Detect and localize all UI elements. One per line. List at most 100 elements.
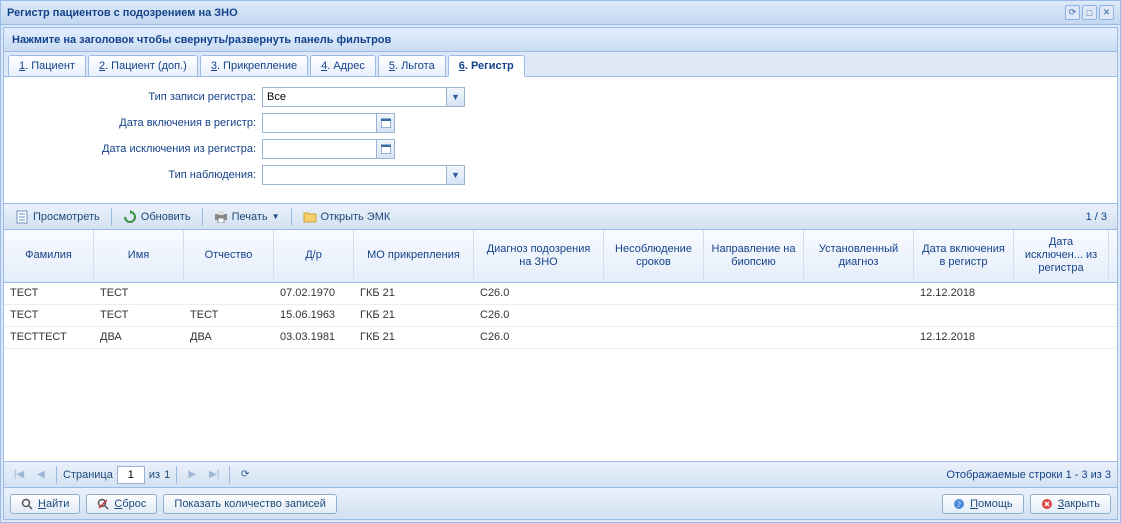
refresh-button[interactable]: Обновить — [116, 207, 198, 227]
cell-name: ТЕСТ — [94, 287, 184, 299]
find-button-label: Найти — [38, 498, 69, 510]
next-page-icon[interactable]: ▶ — [183, 466, 201, 484]
cell-din: 12.12.2018 — [914, 331, 1014, 343]
tab-attachment[interactable]: 3. Прикрепление — [200, 55, 308, 76]
cell-dob: 07.02.1970 — [274, 287, 354, 299]
exclude-date-input[interactable] — [262, 139, 377, 159]
page-input[interactable] — [117, 466, 145, 484]
display-text: Отображаемые строки 1 - 3 из 3 — [946, 469, 1111, 481]
first-page-icon[interactable]: |◀ — [10, 466, 28, 484]
close-button[interactable]: Закрыть — [1030, 494, 1111, 514]
cell-diag: C26.0 — [474, 309, 604, 321]
paging-toolbar: |◀ ◀ Страница из 1 ▶ ▶| ⟳ Отображаемые с… — [3, 462, 1118, 488]
tab-register[interactable]: 6. Регистр — [448, 55, 525, 77]
show-count-label: Показать количество записей — [174, 498, 326, 510]
page-mid: из — [149, 469, 160, 481]
close-icon — [1041, 498, 1053, 510]
window-controls: ⟳ □ ✕ — [1065, 5, 1114, 20]
col-napr[interactable]: Направление на биопсию — [704, 230, 804, 282]
col-nesob[interactable]: Несоблюдение сроков — [604, 230, 704, 282]
document-icon — [15, 210, 29, 224]
view-button[interactable]: Просмотреть — [8, 207, 107, 227]
svg-text:?: ? — [957, 500, 961, 509]
col-din[interactable]: Дата включения в регистр — [914, 230, 1014, 282]
col-dob[interactable]: Д/р — [274, 230, 354, 282]
table-row[interactable]: ТЕСТТЕСТ07.02.1970ГКБ 21C26.012.12.2018 — [4, 283, 1117, 305]
cell-din: 12.12.2018 — [914, 287, 1014, 299]
col-diag[interactable]: Диагноз подозрения на ЗНО — [474, 230, 604, 282]
chevron-down-icon[interactable]: ▼ — [447, 165, 465, 185]
maximize-icon[interactable]: □ — [1082, 5, 1097, 20]
filter-panel: Нажмите на заголовок чтобы свернуть/разв… — [3, 27, 1118, 204]
show-count-button[interactable]: Показать количество записей — [163, 494, 337, 514]
grid-header: Фамилия Имя Отчество Д/р МО прикрепления… — [4, 230, 1117, 283]
search-icon — [21, 498, 33, 510]
chevron-down-icon[interactable]: ▼ — [447, 87, 465, 107]
bottom-buttons: Найти Сброс Показать количество записей … — [3, 488, 1118, 520]
refresh-page-icon[interactable]: ⟳ — [236, 466, 254, 484]
open-emk-button[interactable]: Открыть ЭМК — [296, 207, 398, 227]
page-label: Страница — [63, 469, 113, 481]
filter-panel-header[interactable]: Нажмите на заголовок чтобы свернуть/разв… — [4, 28, 1117, 52]
close-icon[interactable]: ✕ — [1099, 5, 1114, 20]
col-name[interactable]: Имя — [94, 230, 184, 282]
page-total: 1 — [164, 469, 170, 481]
separator — [111, 208, 112, 226]
cell-patr: ТЕСТ — [184, 309, 274, 321]
filter-tabs: 1. Пациент 2. Пациент (доп.) 3. Прикрепл… — [4, 52, 1117, 77]
reset-button[interactable]: Сброс — [86, 494, 157, 514]
col-dout[interactable]: Дата исключен... из регистра — [1014, 230, 1109, 282]
folder-icon — [303, 210, 317, 224]
cell-diag: C26.0 — [474, 331, 604, 343]
col-fam[interactable]: Фамилия — [4, 230, 94, 282]
grid: Фамилия Имя Отчество Д/р МО прикрепления… — [3, 230, 1118, 462]
last-page-icon[interactable]: ▶| — [205, 466, 223, 484]
col-patr[interactable]: Отчество — [184, 230, 274, 282]
tab-privilege[interactable]: 5. Льгота — [378, 55, 446, 76]
exclude-date-label: Дата исключения из регистра: — [12, 143, 262, 155]
calendar-icon[interactable] — [377, 139, 395, 159]
separator — [229, 466, 230, 484]
record-type-label: Тип записи регистра: — [12, 91, 262, 103]
record-type-combo[interactable] — [262, 87, 447, 107]
open-emk-button-label: Открыть ЭМК — [321, 211, 391, 223]
include-date-input[interactable] — [262, 113, 377, 133]
cell-patr: ДВА — [184, 331, 274, 343]
window: Регистр пациентов с подозрением на ЗНО ⟳… — [0, 0, 1121, 523]
close-button-label: Закрыть — [1058, 498, 1100, 510]
find-button[interactable]: Найти — [10, 494, 80, 514]
prev-page-icon[interactable]: ◀ — [32, 466, 50, 484]
refresh-icon — [123, 210, 137, 224]
col-mo[interactable]: МО прикрепления — [354, 230, 474, 282]
tab-patient-ext[interactable]: 2. Пациент (доп.) — [88, 55, 198, 76]
printer-icon — [214, 210, 228, 224]
cell-mo: ГКБ 21 — [354, 309, 474, 321]
cell-dob: 03.03.1981 — [274, 331, 354, 343]
help-button-label: Помощь — [970, 498, 1013, 510]
page-indicator: 1 / 3 — [1086, 211, 1113, 223]
table-row[interactable]: ТЕСТТЕСТТЕСТ15.06.1963ГКБ 21C26.0 — [4, 305, 1117, 327]
separator — [176, 466, 177, 484]
print-button[interactable]: Печать ▼ — [207, 207, 287, 227]
help-icon: ? — [953, 498, 965, 510]
cell-mo: ГКБ 21 — [354, 331, 474, 343]
help-button[interactable]: ? Помощь — [942, 494, 1024, 514]
tab-patient[interactable]: 1. Пациент — [8, 55, 86, 76]
cell-name: ТЕСТ — [94, 309, 184, 321]
chevron-down-icon: ▼ — [272, 212, 280, 221]
cell-diag: C26.0 — [474, 287, 604, 299]
reset-icon — [97, 498, 109, 510]
refresh-button-label: Обновить — [141, 211, 191, 223]
separator — [291, 208, 292, 226]
refresh-icon[interactable]: ⟳ — [1065, 5, 1080, 20]
cell-mo: ГКБ 21 — [354, 287, 474, 299]
print-button-label: Печать — [232, 211, 268, 223]
col-ust[interactable]: Установленный диагноз — [804, 230, 914, 282]
calendar-icon[interactable] — [377, 113, 395, 133]
grid-body: ТЕСТТЕСТ07.02.1970ГКБ 21C26.012.12.2018Т… — [4, 283, 1117, 461]
table-row[interactable]: ТЕСТТЕСТДВАДВА03.03.1981ГКБ 21C26.012.12… — [4, 327, 1117, 349]
obs-type-combo[interactable] — [262, 165, 447, 185]
tab-address[interactable]: 4. Адрес — [310, 55, 376, 76]
reset-button-label: Сброс — [114, 498, 146, 510]
obs-type-label: Тип наблюдения: — [12, 169, 262, 181]
